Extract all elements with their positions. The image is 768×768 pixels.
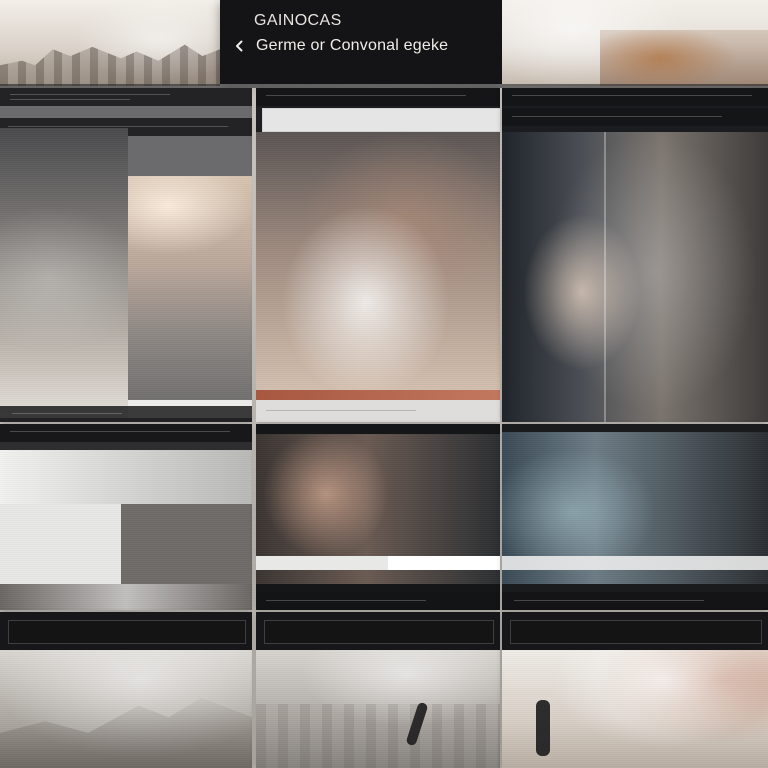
- panel-center-window-strip: [262, 108, 500, 132]
- bar-line: [512, 95, 752, 96]
- tile-mountain-scene: [0, 650, 252, 768]
- collage-screen: GAINOCAS Germe or Convonal egeke: [0, 0, 768, 768]
- panel-right-image: [502, 132, 768, 422]
- header-photo-left: [0, 0, 220, 86]
- header-photo-right: [502, 0, 768, 86]
- bar-line: [10, 99, 130, 100]
- panel-left-top-bar: [0, 88, 252, 106]
- bar-line: [8, 126, 228, 127]
- tile-mountain-top-bar: [0, 612, 252, 650]
- panel-lower-right: [502, 424, 768, 610]
- panel-center: [256, 88, 500, 422]
- tile-explosion-scene: [502, 650, 768, 768]
- bar-line: [266, 95, 466, 96]
- tile-mountain-frame: [8, 620, 246, 644]
- bar-line: [10, 431, 230, 432]
- panel-lower-center-bottom-bar: [256, 592, 500, 610]
- panel-lower-left-image-a: [0, 450, 252, 504]
- silhouette-figure: [405, 701, 429, 747]
- tile-explosion: [502, 612, 768, 768]
- chevron-left-icon[interactable]: [230, 37, 248, 55]
- panel-center-image: [256, 132, 500, 400]
- panel-lower-right-image: [502, 432, 768, 584]
- page-title: Germe or Convonal egeke: [256, 37, 449, 54]
- panel-lower-left-top-bar: [0, 424, 252, 442]
- tile-mountain: [0, 612, 252, 768]
- tile-city-dust-scene: [256, 650, 500, 768]
- bar-line: [10, 94, 170, 95]
- panel-lower-left: [0, 424, 252, 610]
- tile-explosion-frame: [510, 620, 762, 644]
- panel-left: [0, 88, 252, 422]
- silhouette-figure: [536, 700, 550, 756]
- panel-right-secondary-bar: [502, 108, 768, 126]
- tile-city-dust: [256, 612, 500, 768]
- panel-lower-right-bottom-bar: [502, 592, 768, 610]
- panel-lower-left-image-c: [0, 584, 252, 610]
- bar-line: [512, 116, 722, 117]
- panel-right-top-bar: [502, 88, 768, 106]
- panel-left-image-a: [0, 128, 128, 418]
- bar-line: [266, 600, 426, 601]
- panel-left-image-b: [128, 176, 252, 418]
- panel-lower-left-image-b: [0, 504, 252, 584]
- title-row: Germe or Convonal egeke: [230, 37, 448, 55]
- panel-left-bottom-bar: [0, 406, 252, 422]
- bar-line: [12, 413, 122, 414]
- tile-city-dust-frame: [264, 620, 494, 644]
- panel-right: [502, 88, 768, 422]
- bar-line: [514, 600, 704, 601]
- app-title: GAINOCAS: [254, 12, 342, 29]
- tile-explosion-top-bar: [502, 612, 768, 650]
- panel-center-top-bar: [256, 88, 500, 106]
- panel-lower-center-image: [256, 434, 500, 584]
- panel-lower-center: [256, 424, 500, 610]
- title-card: GAINOCAS Germe or Convonal egeke: [220, 0, 502, 84]
- panel-center-bottom-bar: [256, 400, 500, 422]
- bar-line: [266, 410, 416, 411]
- tile-city-dust-top-bar: [256, 612, 500, 650]
